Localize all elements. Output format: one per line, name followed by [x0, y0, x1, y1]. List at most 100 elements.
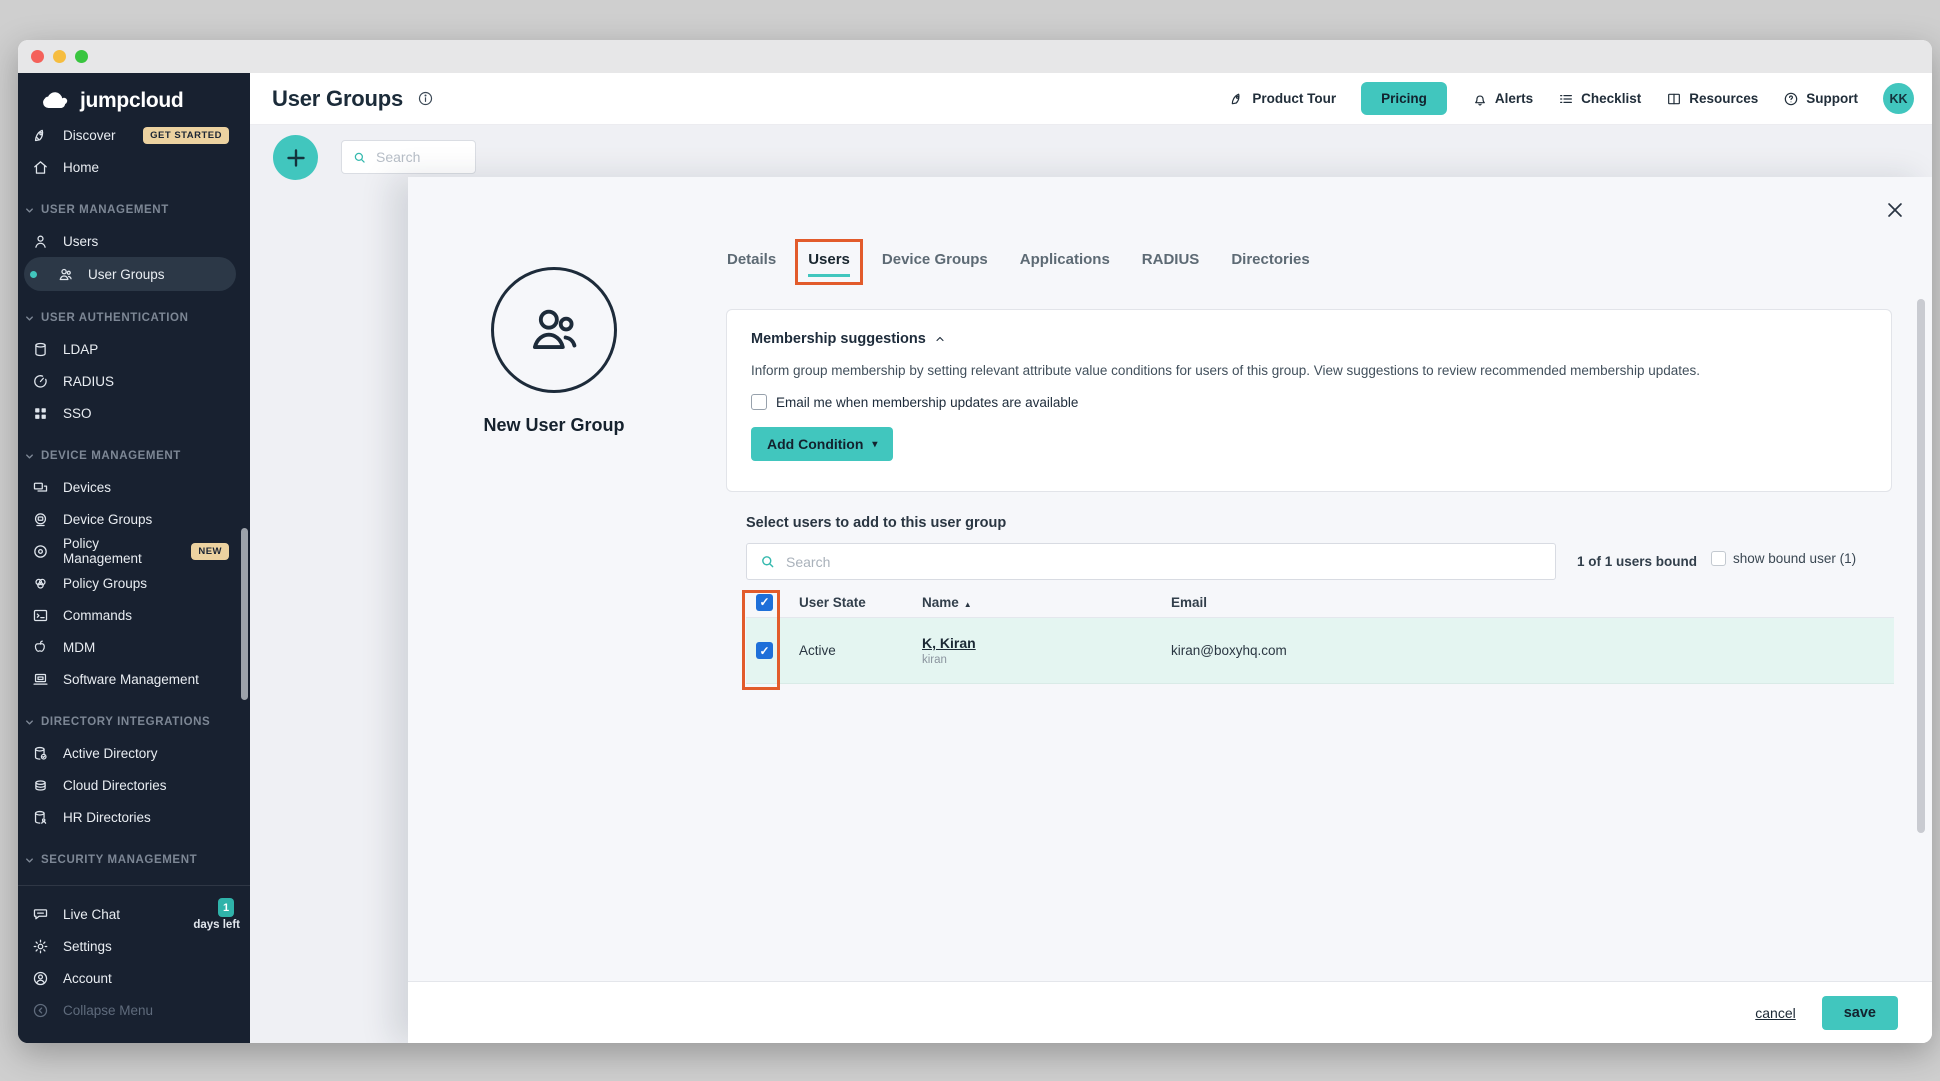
rocket-icon: [1229, 91, 1245, 107]
sidebar-item-label: Devices: [63, 480, 111, 495]
row-checkbox[interactable]: ✓: [756, 642, 773, 659]
sidebar-item-software-management[interactable]: Software Management: [18, 663, 250, 695]
modal-scrollbar-thumb[interactable]: [1917, 299, 1925, 833]
sidebar-section-directory-integrations[interactable]: DIRECTORY INTEGRATIONS: [18, 707, 250, 737]
minimize-window-button[interactable]: [53, 50, 66, 63]
chevron-down-icon: [24, 205, 35, 216]
database-user-icon: [32, 809, 49, 826]
device-group-icon: [32, 511, 49, 528]
sidebar: jumpcloud Discover GET STARTED Home U: [18, 73, 250, 1043]
membership-suggestions-toggle[interactable]: Membership suggestions: [751, 331, 946, 347]
resources-button[interactable]: Resources: [1666, 91, 1758, 107]
sidebar-item-label: Policy Management: [63, 536, 177, 566]
username-subtext: kiran: [922, 654, 1171, 666]
sidebar-item-hr-directories[interactable]: HR Directories: [18, 801, 250, 833]
sidebar-item-settings[interactable]: Settings: [18, 930, 250, 962]
membership-description: Inform group membership by setting relev…: [751, 363, 1867, 378]
sidebar-item-devices[interactable]: Devices: [18, 471, 250, 503]
tab-users[interactable]: Users: [808, 251, 850, 268]
zoom-window-button[interactable]: [75, 50, 88, 63]
alerts-button[interactable]: Alerts: [1472, 91, 1533, 107]
search-icon: [352, 150, 367, 165]
sidebar-item-label: Cloud Directories: [63, 778, 167, 793]
policy-groups-icon: [32, 575, 49, 592]
new-user-group-panel: New User Group Details Users Device Grou…: [408, 177, 1932, 1043]
column-header-name[interactable]: Name▲: [922, 595, 1171, 610]
sidebar-item-device-groups[interactable]: Device Groups: [18, 503, 250, 535]
add-user-group-button[interactable]: [273, 135, 318, 180]
email-updates-checkbox[interactable]: [751, 394, 767, 410]
sidebar-item-label: User Groups: [88, 267, 165, 282]
tab-device-groups[interactable]: Device Groups: [882, 251, 988, 268]
sidebar-item-commands[interactable]: Commands: [18, 599, 250, 631]
sidebar-item-discover[interactable]: Discover GET STARTED: [18, 119, 250, 151]
sidebar-section-user-authentication[interactable]: USER AUTHENTICATION: [18, 303, 250, 333]
info-icon[interactable]: [417, 90, 434, 107]
show-bound-label: show bound user (1): [1733, 551, 1856, 566]
product-tour-button[interactable]: Product Tour: [1229, 91, 1336, 107]
policy-target-icon: [32, 543, 49, 560]
sidebar-section-device-management[interactable]: DEVICE MANAGEMENT: [18, 441, 250, 471]
tab-applications[interactable]: Applications: [1020, 251, 1110, 268]
sidebar-item-active-directory[interactable]: Active Directory: [18, 737, 250, 769]
sidebar-section-user-management[interactable]: USER MANAGEMENT: [18, 195, 250, 225]
days-left-label: days left: [193, 919, 240, 931]
sidebar-item-label: MDM: [63, 640, 95, 655]
sidebar-item-home[interactable]: Home: [18, 151, 250, 183]
account-circle-icon: [32, 970, 49, 987]
sidebar-item-label: Active Directory: [63, 746, 158, 761]
chevron-down-icon: [24, 451, 35, 462]
sidebar-item-policy-groups[interactable]: Policy Groups: [18, 567, 250, 599]
sidebar-item-ldap[interactable]: LDAP: [18, 333, 250, 365]
sidebar-item-user-groups[interactable]: User Groups: [24, 257, 236, 291]
book-icon: [1666, 91, 1682, 107]
sidebar-item-label: Account: [63, 971, 112, 986]
column-header-user-state[interactable]: User State: [799, 595, 922, 610]
checklist-button[interactable]: Checklist: [1558, 91, 1641, 107]
tab-details[interactable]: Details: [727, 251, 776, 268]
active-item-dot: [30, 271, 37, 278]
new-badge: NEW: [191, 543, 229, 560]
tab-radius[interactable]: RADIUS: [1142, 251, 1200, 268]
page-header: User Groups Product Tour Pricing: [250, 73, 1932, 125]
days-left-badge: 1: [218, 898, 234, 917]
sidebar-section-security-management[interactable]: SECURITY MANAGEMENT: [18, 845, 250, 875]
cancel-button[interactable]: cancel: [1755, 1005, 1795, 1021]
user-avatar[interactable]: KK: [1883, 83, 1914, 114]
cloud-logo-icon: [40, 89, 72, 113]
logo-wordmark: jumpcloud: [80, 89, 183, 113]
sidebar-item-radius[interactable]: RADIUS: [18, 365, 250, 397]
titlebar: [18, 40, 1932, 73]
select-all-checkbox[interactable]: ✓: [756, 594, 773, 611]
laptop-icon: [32, 671, 49, 688]
user-icon: [32, 233, 49, 250]
close-window-button[interactable]: [31, 50, 44, 63]
jumpcloud-logo: jumpcloud: [18, 73, 250, 119]
checklist-icon: [1558, 91, 1574, 107]
user-name-link[interactable]: K, Kiran: [922, 635, 1171, 651]
table-row[interactable]: ✓ Active K, Kiran kiran kiran@boxyhq.com: [746, 618, 1894, 684]
pricing-button[interactable]: Pricing: [1361, 82, 1447, 115]
sidebar-item-users[interactable]: Users: [18, 225, 250, 257]
groups-search-input[interactable]: [376, 149, 456, 165]
show-bound-checkbox[interactable]: [1711, 551, 1726, 566]
modal-footer: cancel save: [408, 981, 1932, 1043]
sidebar-item-collapse-menu[interactable]: Collapse Menu: [18, 994, 250, 1026]
sidebar-scrollbar-thumb[interactable]: [241, 528, 248, 700]
column-header-email[interactable]: Email: [1171, 595, 1894, 610]
sidebar-item-sso[interactable]: SSO: [18, 397, 250, 429]
support-button[interactable]: Support: [1783, 91, 1858, 107]
main-area: User Groups Product Tour Pricing: [250, 73, 1932, 1043]
close-icon[interactable]: [1884, 199, 1906, 221]
sidebar-item-account[interactable]: Account: [18, 962, 250, 994]
save-button[interactable]: save: [1822, 996, 1898, 1030]
sidebar-item-policy-management[interactable]: Policy Management NEW: [18, 535, 250, 567]
user-group-icon: [57, 266, 74, 283]
users-search-input[interactable]: [786, 554, 1555, 570]
add-condition-button[interactable]: Add Condition ▾: [751, 427, 893, 461]
sidebar-item-label: LDAP: [63, 342, 98, 357]
question-circle-icon: [1783, 91, 1799, 107]
tab-directories[interactable]: Directories: [1231, 251, 1309, 268]
sidebar-item-cloud-directories[interactable]: Cloud Directories: [18, 769, 250, 801]
sidebar-item-mdm[interactable]: MDM: [18, 631, 250, 663]
